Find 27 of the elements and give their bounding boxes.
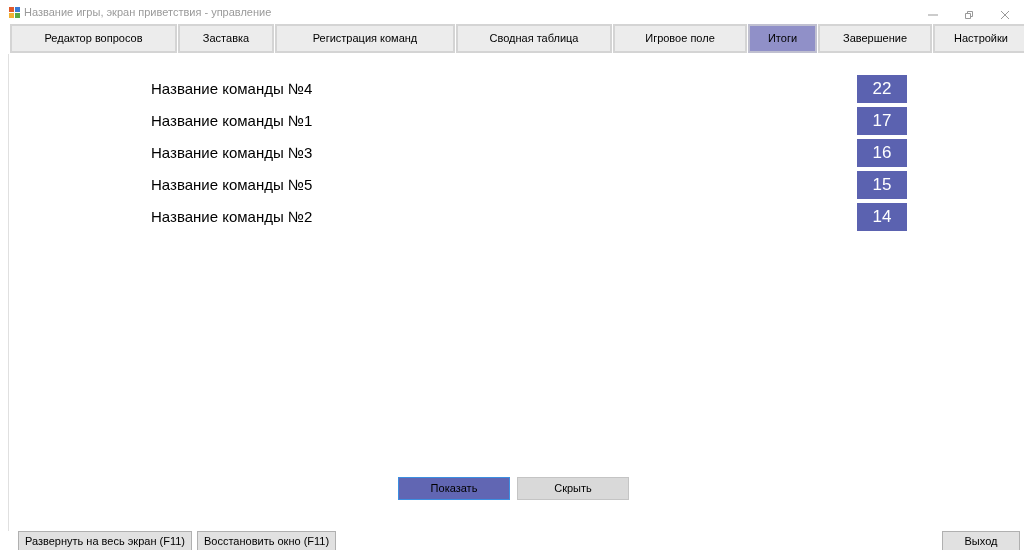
exit-button[interactable]: Выход <box>942 531 1020 550</box>
score: 17 <box>857 107 907 135</box>
tab[interactable]: Настройки <box>933 24 1024 53</box>
action-button[interactable]: Показать <box>398 477 510 500</box>
footer-button[interactable]: Развернуть на весь экран (F11) <box>18 531 192 550</box>
action-button[interactable]: Скрыть <box>517 477 629 500</box>
tab[interactable]: Заставка <box>178 24 274 53</box>
tab[interactable]: Завершение <box>818 24 932 53</box>
close-icon[interactable] <box>1000 10 1010 20</box>
score: 15 <box>857 171 907 199</box>
tab[interactable]: Редактор вопросов <box>10 24 177 53</box>
tab[interactable]: Игровое поле <box>613 24 747 53</box>
score: 14 <box>857 203 907 231</box>
score: 22 <box>857 75 907 103</box>
score: 16 <box>857 139 907 167</box>
footer-button[interactable]: Восстановить окно (F11) <box>197 531 337 550</box>
tab[interactable]: Итоги <box>748 24 817 53</box>
window-title: Название игры, экран приветствия - управление <box>24 4 272 20</box>
team-name: Название команды №3 <box>151 142 313 163</box>
restore-icon[interactable] <box>964 10 974 20</box>
team-name: Название команды №1 <box>151 110 313 131</box>
team-name: Название команды №4 <box>151 78 313 99</box>
app-icon <box>9 6 20 18</box>
team-name: Название команды №2 <box>151 206 313 227</box>
tab[interactable]: Регистрация команд <box>275 24 455 53</box>
tab[interactable]: Сводная таблица <box>456 24 612 53</box>
team-name: Название команды №5 <box>151 174 313 195</box>
